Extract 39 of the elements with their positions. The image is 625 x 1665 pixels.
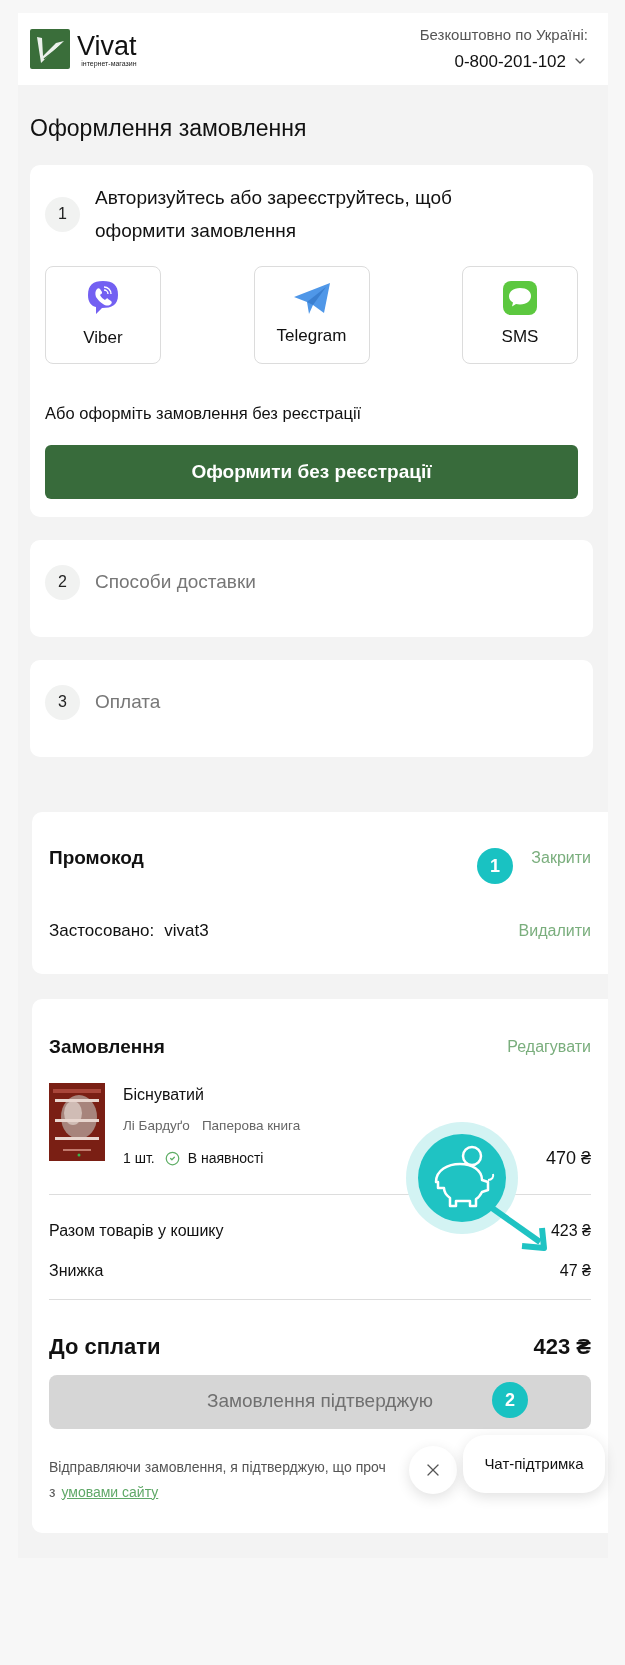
- consent-prefix: з: [49, 1482, 56, 1502]
- book-title[interactable]: Біснуватий: [123, 1083, 591, 1108]
- check-circle-icon: [164, 1150, 180, 1166]
- logo-icon: [30, 29, 70, 69]
- messenger-login-button[interactable]: SMS: [462, 266, 578, 364]
- step-title: Оплата: [95, 690, 161, 714]
- guest-checkout-button[interactable]: Оформити без реєстрації: [45, 444, 578, 499]
- phone-label: Безкоштовно по Україні:: [419, 25, 588, 45]
- step-title: Способи доставки: [95, 570, 256, 594]
- page-title: Оформлення замовлення: [30, 114, 308, 143]
- step-card[interactable]: 3 Оплата: [30, 659, 593, 757]
- step-title: Авторизуйтесь або зареєструйтесь, щоб оформити замовлення: [95, 186, 453, 243]
- order-title: Замовлення: [49, 1034, 165, 1059]
- step-card[interactable]: 2 Способи доставки: [30, 539, 593, 637]
- promo-title: Промокод: [49, 845, 144, 870]
- book-format: Паперова книга: [201, 1117, 301, 1136]
- messenger-login-button[interactable]: Viber: [45, 266, 161, 364]
- total-label: До сплати: [49, 1332, 161, 1361]
- phone-number[interactable]: 0-800-201-102: [454, 48, 566, 74]
- quantity: 1 шт.: [123, 1148, 155, 1168]
- subtotal-value: 423 ₴: [550, 1220, 591, 1241]
- step-number: 2: [45, 564, 80, 600]
- total-value: 423 ₴: [533, 1332, 591, 1361]
- step-number: 1: [45, 196, 80, 232]
- promo-code: vivat3: [164, 920, 209, 943]
- speech-bubble-icon: [502, 280, 538, 317]
- guest-checkout-text: Або оформіть замовлення без реєстрації: [45, 403, 363, 424]
- item-price: 470 ₴: [545, 1146, 591, 1170]
- discount-label: Знижка: [49, 1260, 104, 1281]
- messenger-login-button[interactable]: Telegram: [253, 266, 370, 364]
- availability: В наявності: [187, 1148, 264, 1168]
- chat-support-button[interactable]: Чат-підтримка: [463, 1435, 605, 1493]
- step-number: 3: [45, 684, 80, 720]
- discount-value: 47 ₴: [559, 1260, 591, 1281]
- logo-name: Vivat: [77, 31, 137, 60]
- consent-text: Відправляючи замовлення, я підтверджую, що проч: [49, 1457, 386, 1477]
- book-author: Лі Бардуґо: [123, 1117, 190, 1136]
- applied-label: Застосовано:: [49, 920, 155, 943]
- subtotal-label: Разом товарів у кошику: [49, 1220, 224, 1241]
